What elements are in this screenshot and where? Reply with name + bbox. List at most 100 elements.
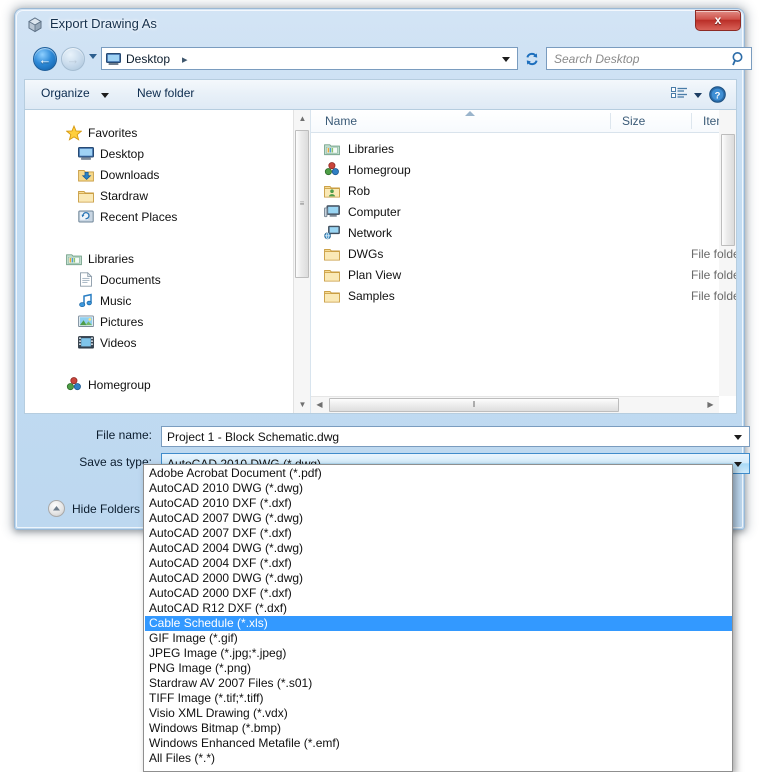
dropdown-option[interactable]: Stardraw AV 2007 Files (*.s01) xyxy=(145,676,732,691)
hide-folders-label: Hide Folders xyxy=(72,501,141,516)
desktop-icon xyxy=(77,146,95,162)
svg-text:?: ? xyxy=(715,90,721,101)
chevron-down-icon[interactable] xyxy=(101,93,109,98)
dropdown-option[interactable]: PNG Image (*.png) xyxy=(145,661,732,676)
nav-item-stardraw[interactable]: Stardraw xyxy=(77,185,310,206)
horizontal-scrollbar[interactable]: ◀ ‖ ▶ xyxy=(311,396,719,413)
nav-item-favorites[interactable]: Favorites xyxy=(65,122,310,143)
search-box[interactable]: Search Desktop xyxy=(546,47,752,70)
dropdown-option[interactable]: JPEG Image (*.jpg;*.jpeg) xyxy=(145,646,732,661)
column-header-size[interactable]: Size xyxy=(622,114,645,128)
address-bar[interactable]: Desktop ▸ xyxy=(101,47,518,70)
dropdown-option[interactable]: AutoCAD 2004 DWG (*.dwg) xyxy=(145,541,732,556)
column-divider[interactable] xyxy=(691,113,692,129)
triangle-left-icon: ◀ xyxy=(316,400,323,409)
folder-icon xyxy=(322,288,342,304)
dropdown-option[interactable]: AutoCAD 2010 DWG (*.dwg) xyxy=(145,481,732,496)
chevron-down-icon[interactable] xyxy=(502,57,510,62)
scroll-right-button[interactable]: ▶ xyxy=(702,397,719,413)
dropdown-option[interactable]: AutoCAD 2007 DWG (*.dwg) xyxy=(145,511,732,526)
save-as-type-dropdown-list[interactable]: Adobe Acrobat Document (*.pdf) AutoCAD 20… xyxy=(143,464,733,772)
nav-item-label: Homegroup xyxy=(88,377,151,392)
file-type-cell: File folder xyxy=(691,288,736,303)
search-input[interactable]: Search Desktop xyxy=(554,52,639,66)
nav-item-pictures[interactable]: Pictures xyxy=(77,311,310,332)
table-row[interactable]: Homegroup xyxy=(311,159,736,180)
recent-places-icon xyxy=(77,209,95,225)
table-row[interactable]: Plan View File folder xyxy=(311,264,736,285)
table-row[interactable]: Rob xyxy=(311,180,736,201)
close-button[interactable]: x xyxy=(695,10,741,31)
dropdown-option[interactable]: AutoCAD 2007 DXF (*.dxf) xyxy=(145,526,732,541)
folder-icon xyxy=(322,246,342,262)
nav-item-label: Documents xyxy=(100,272,161,287)
new-folder-button[interactable]: New folder xyxy=(137,86,194,100)
chevron-down-icon[interactable] xyxy=(734,462,742,467)
table-row[interactable]: Samples File folder xyxy=(311,285,736,306)
nav-item-documents[interactable]: Documents xyxy=(77,269,310,290)
breadcrumb-separator[interactable]: ▸ xyxy=(182,53,188,66)
libraries-icon xyxy=(322,141,342,157)
dropdown-option[interactable]: AutoCAD 2010 DXF (*.dxf) xyxy=(145,496,732,511)
dropdown-option[interactable]: AutoCAD R12 DXF (*.dxf) xyxy=(145,601,732,616)
dropdown-option[interactable]: Visio XML Drawing (*.vdx) xyxy=(145,706,732,721)
file-name-cell: Network xyxy=(348,225,393,240)
nav-item-videos[interactable]: Videos xyxy=(77,332,310,353)
hide-folders-button[interactable]: Hide Folders xyxy=(48,500,140,517)
dropdown-option[interactable]: AutoCAD 2000 DXF (*.dxf) xyxy=(145,586,732,601)
nav-item-music[interactable]: Music xyxy=(77,290,310,311)
filename-input[interactable]: Project 1 - Block Schematic.dwg xyxy=(161,426,750,447)
organize-button[interactable]: Organize xyxy=(41,86,90,100)
sort-ascending-icon xyxy=(465,111,475,116)
title-bar: Export Drawing As x xyxy=(15,9,744,41)
dropdown-option[interactable]: Cable Schedule (*.xls) xyxy=(145,616,732,631)
nav-item-desktop[interactable]: Desktop xyxy=(77,143,310,164)
dropdown-option[interactable]: AutoCAD 2000 DWG (*.dwg) xyxy=(145,571,732,586)
dropdown-option[interactable]: Windows Bitmap (*.bmp) xyxy=(145,721,732,736)
homegroup-icon xyxy=(322,162,342,178)
dropdown-option[interactable]: GIF Image (*.gif) xyxy=(145,631,732,646)
table-row[interactable]: DWGs File folder xyxy=(311,243,736,264)
grip-icon: ‖ xyxy=(472,400,476,409)
nav-item-recent-places[interactable]: Recent Places xyxy=(77,206,310,227)
scroll-down-button[interactable]: ▼ xyxy=(294,396,310,413)
column-divider[interactable] xyxy=(610,113,611,129)
file-name-cell: Rob xyxy=(348,183,371,198)
dropdown-option[interactable]: Adobe Acrobat Document (*.pdf) xyxy=(145,466,732,481)
nav-item-homegroup[interactable]: Homegroup xyxy=(65,374,310,395)
export-dialog-window: Export Drawing As x ← → Desktop ▸ Search… xyxy=(14,8,752,530)
nav-item-label: Stardraw xyxy=(100,188,149,203)
list-view-icon[interactable] xyxy=(671,87,688,107)
table-row[interactable]: Computer xyxy=(311,201,736,222)
refresh-button[interactable] xyxy=(520,47,543,70)
breadcrumb-desktop[interactable]: Desktop xyxy=(126,52,170,66)
forward-button[interactable]: → xyxy=(61,47,85,71)
filename-value[interactable]: Project 1 - Block Schematic.dwg xyxy=(167,430,339,444)
nav-item-libraries[interactable]: Libraries xyxy=(65,248,310,269)
documents-icon xyxy=(77,272,95,288)
hscrollbar-thumb[interactable]: ‖ xyxy=(329,398,619,412)
help-icon[interactable]: ? xyxy=(709,86,726,108)
nav-item-label: Libraries xyxy=(88,251,135,266)
nav-item-label: Downloads xyxy=(100,167,160,182)
close-icon: x xyxy=(714,13,722,27)
history-dropdown-icon[interactable] xyxy=(89,54,97,59)
column-header-name[interactable]: Name xyxy=(325,114,357,128)
table-row[interactable]: Network xyxy=(311,222,736,243)
file-name-cell: Samples xyxy=(348,288,395,303)
chevron-down-icon[interactable] xyxy=(734,435,742,440)
dropdown-option[interactable]: AutoCAD 2004 DXF (*.dxf) xyxy=(145,556,732,571)
chevron-down-icon[interactable] xyxy=(694,93,702,98)
nav-item-downloads[interactable]: Downloads xyxy=(77,164,310,185)
dropdown-option[interactable]: All Files (*.*) xyxy=(145,751,732,766)
nav-item-label: Desktop xyxy=(100,146,145,161)
network-icon xyxy=(322,225,342,241)
pictures-icon xyxy=(77,314,95,330)
user-folder-icon xyxy=(322,183,342,199)
dropdown-option[interactable]: Windows Enhanced Metafile (*.emf) xyxy=(145,736,732,751)
triangle-down-icon: ▼ xyxy=(298,399,307,409)
table-row[interactable]: Libraries xyxy=(311,138,736,159)
scroll-left-button[interactable]: ◀ xyxy=(311,397,328,413)
dropdown-option[interactable]: TIFF Image (*.tif;*.tiff) xyxy=(145,691,732,706)
back-button[interactable]: ← xyxy=(33,47,57,71)
